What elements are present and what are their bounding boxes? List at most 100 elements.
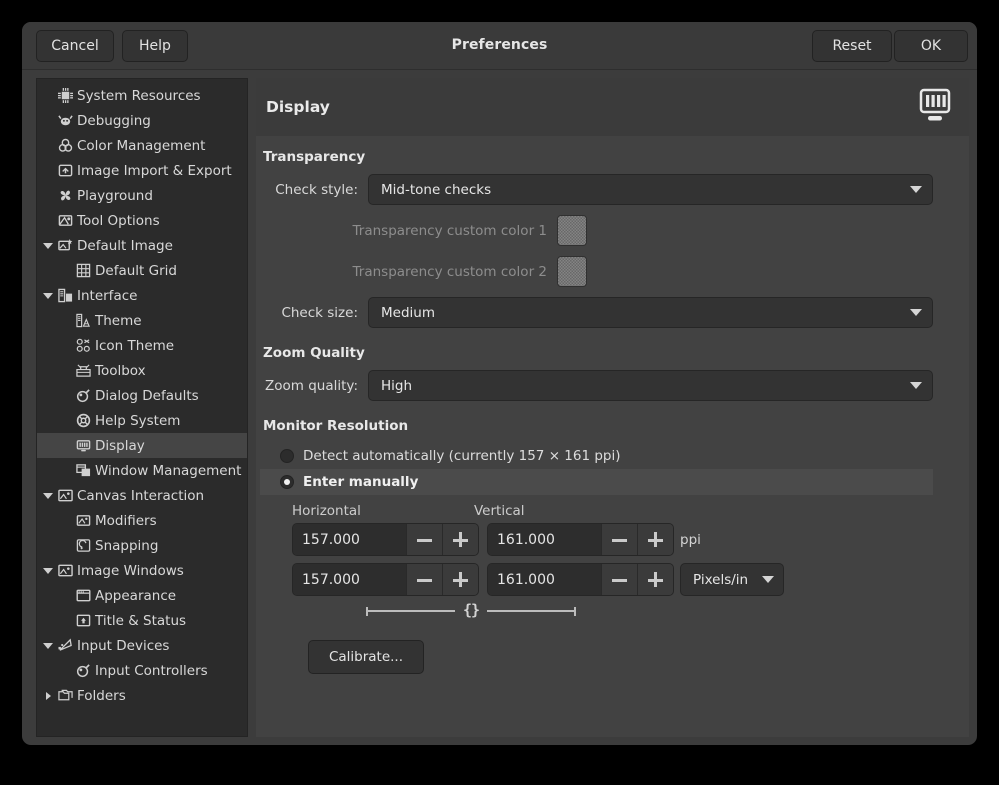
minus-icon	[612, 572, 627, 587]
sidebar-item-title-status[interactable]: Title & Status	[37, 608, 247, 633]
vertical-alt-spinner[interactable]: 161.000	[487, 563, 674, 596]
sidebar-item-label: Debugging	[77, 113, 151, 129]
sidebar-item-appearance[interactable]: Appearance	[37, 583, 247, 608]
image-window-icon	[57, 563, 74, 579]
page-title: Display	[266, 98, 913, 116]
sidebar-item-input-devices[interactable]: Input Devices	[37, 633, 247, 658]
horizontal-ppi-spinner[interactable]: 157.000	[292, 523, 479, 556]
page-body: Transparency Check style: Mid-tone check…	[256, 136, 969, 737]
horizontal-alt-spinner[interactable]: 157.000	[292, 563, 479, 596]
sidebar-item-label: Snapping	[95, 538, 158, 554]
page-header: Display	[256, 78, 969, 136]
custom-color-2-swatch[interactable]	[557, 256, 587, 287]
sidebar-item-label: Canvas Interaction	[77, 488, 204, 504]
radio-button-manual[interactable]	[280, 475, 294, 489]
sidebar-item-dialog-defaults[interactable]: Dialog Defaults	[37, 383, 247, 408]
plus-icon	[453, 572, 468, 587]
sidebar-item-toolbox[interactable]: Toolbox	[37, 358, 247, 383]
minus-icon	[612, 532, 627, 547]
sidebar-item-system-resources[interactable]: System Resources	[37, 83, 247, 108]
preferences-dialog: Preferences Cancel Help Reset OK System …	[22, 22, 977, 745]
horizontal-ppi-decrement[interactable]	[406, 524, 442, 555]
monitor-icon	[75, 438, 92, 454]
vertical-ppi-spinner[interactable]: 161.000	[487, 523, 674, 556]
custom-color-1-swatch[interactable]	[557, 215, 587, 246]
broken-chain-icon[interactable]: {}	[463, 603, 479, 618]
chevron-down-icon[interactable]	[39, 243, 57, 249]
resolution-headers: Horizontal Vertical	[292, 503, 933, 519]
sidebar-item-input-controllers[interactable]: Input Controllers	[37, 658, 247, 683]
reset-button[interactable]: Reset	[812, 30, 892, 62]
check-size-value: Medium	[381, 305, 910, 321]
vertical-alt-increment[interactable]	[637, 564, 673, 595]
sidebar-item-tool-options[interactable]: Tool Options	[37, 208, 247, 233]
horizontal-alt-input[interactable]: 157.000	[293, 564, 406, 595]
import-export-icon	[57, 163, 74, 179]
horizontal-ppi-increment[interactable]	[442, 524, 478, 555]
chevron-down-icon	[910, 382, 922, 389]
vertical-alt-decrement[interactable]	[601, 564, 637, 595]
sidebar-item-label: Appearance	[95, 588, 176, 604]
sidebar-item-label: Image Windows	[77, 563, 184, 579]
chevron-right-icon[interactable]	[39, 692, 57, 700]
sidebar-item-label: Theme	[95, 313, 142, 329]
check-style-select[interactable]: Mid-tone checks	[368, 174, 933, 205]
sidebar-item-label: Title & Status	[95, 613, 186, 629]
chevron-down-icon[interactable]	[39, 293, 57, 299]
calibrate-button[interactable]: Calibrate...	[308, 640, 424, 674]
horizontal-alt-decrement[interactable]	[406, 564, 442, 595]
horizontal-ppi-input[interactable]: 157.000	[293, 524, 406, 555]
enter-manually-radio-row[interactable]: Enter manually	[260, 469, 933, 495]
sidebar-item-label: Dialog Defaults	[95, 388, 199, 404]
sidebar-item-image-windows[interactable]: Image Windows	[37, 558, 247, 583]
horizontal-alt-increment[interactable]	[442, 564, 478, 595]
chevron-down-icon[interactable]	[39, 643, 57, 649]
sidebar-item-theme[interactable]: Theme	[37, 308, 247, 333]
zoom-quality-value: High	[381, 378, 910, 394]
preferences-sidebar[interactable]: System Resources Debugging Color Managemen…	[36, 78, 248, 737]
sidebar-item-icon-theme[interactable]: Icon Theme	[37, 333, 247, 358]
enter-manually-label: Enter manually	[303, 474, 418, 490]
vertical-header: Vertical	[474, 503, 525, 519]
cpu-icon	[57, 88, 74, 104]
vertical-ppi-increment[interactable]	[637, 524, 673, 555]
sidebar-item-window-management[interactable]: Window Management	[37, 458, 247, 483]
resolution-unit-select[interactable]: Pixels/in	[680, 563, 784, 596]
zoom-quality-label: Zoom quality:	[260, 378, 368, 394]
sidebar-item-default-grid[interactable]: Default Grid	[37, 258, 247, 283]
vertical-ppi-decrement[interactable]	[601, 524, 637, 555]
sidebar-item-snapping[interactable]: Snapping	[37, 533, 247, 558]
sidebar-item-label: Toolbox	[95, 363, 146, 379]
vertical-alt-input[interactable]: 161.000	[488, 564, 601, 595]
radio-button-detect[interactable]	[280, 449, 294, 463]
sidebar-item-playground[interactable]: Playground	[37, 183, 247, 208]
chevron-down-icon	[762, 576, 774, 583]
sidebar-item-label: Input Controllers	[95, 663, 208, 679]
sidebar-item-canvas-interaction[interactable]: Canvas Interaction	[37, 483, 247, 508]
lifebuoy-icon	[75, 413, 92, 429]
preferences-tree[interactable]: System Resources Debugging Color Managemen…	[37, 79, 247, 708]
check-size-row: Check size: Medium	[260, 297, 933, 328]
sidebar-item-image-import-export[interactable]: Image Import & Export	[37, 158, 247, 183]
ok-button[interactable]: OK	[894, 30, 968, 62]
chevron-down-icon[interactable]	[39, 568, 57, 574]
sidebar-item-default-image[interactable]: Default Image	[37, 233, 247, 258]
detect-automatically-radio-row[interactable]: Detect automatically (currently 157 × 16…	[260, 443, 933, 469]
screen: Preferences Cancel Help Reset OK System …	[0, 0, 999, 785]
sidebar-item-folders[interactable]: Folders	[37, 683, 247, 708]
sidebar-item-modifiers[interactable]: Modifiers	[37, 508, 247, 533]
chevron-down-icon[interactable]	[39, 493, 57, 499]
sidebar-item-display[interactable]: Display	[37, 433, 247, 458]
sidebar-item-interface[interactable]: Interface	[37, 283, 247, 308]
sidebar-item-help-system[interactable]: Help System	[37, 408, 247, 433]
cancel-button[interactable]: Cancel	[36, 30, 114, 62]
vertical-ppi-input[interactable]: 161.000	[488, 524, 601, 555]
sidebar-item-label: Window Management	[95, 463, 241, 479]
zoom-quality-select[interactable]: High	[368, 370, 933, 401]
help-button[interactable]: Help	[122, 30, 188, 62]
resolution-row-2: 157.000 161.000 Pixels/in	[292, 563, 933, 596]
link-chain-widget[interactable]: {}	[366, 603, 576, 618]
check-size-select[interactable]: Medium	[368, 297, 933, 328]
sidebar-item-debugging[interactable]: Debugging	[37, 108, 247, 133]
sidebar-item-color-management[interactable]: Color Management	[37, 133, 247, 158]
